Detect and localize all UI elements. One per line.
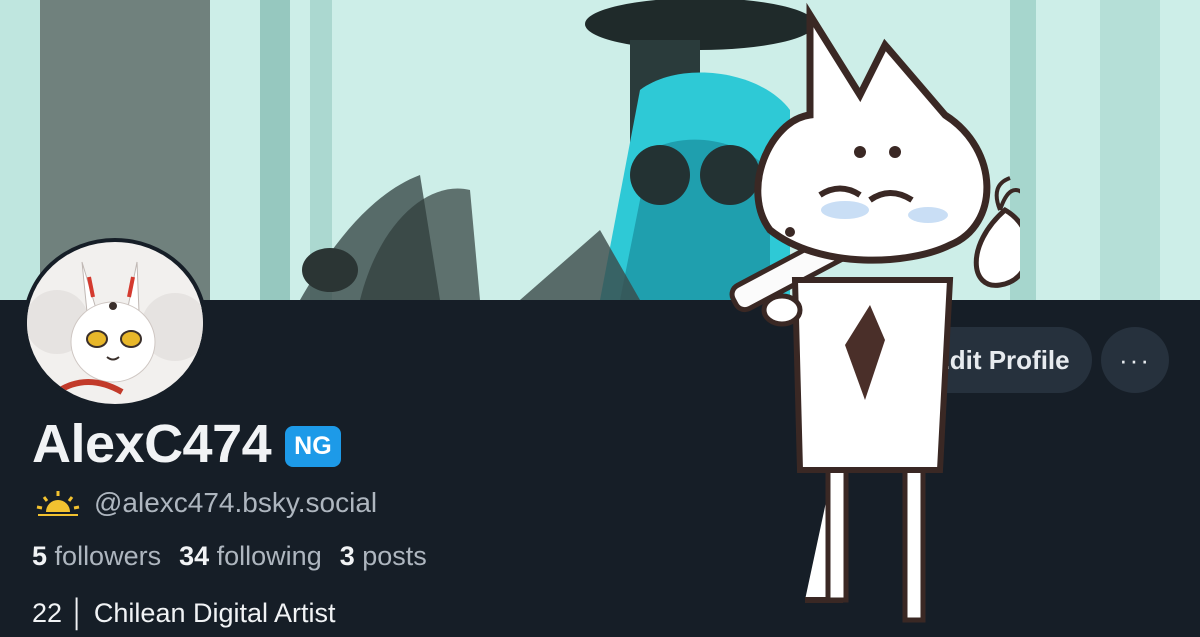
handle-row: @alexc474.bsky.social: [36, 487, 377, 519]
name-row: AlexC474 NG: [32, 413, 341, 475]
posts-stat: 3 posts: [340, 541, 427, 572]
avatar[interactable]: [23, 238, 207, 408]
posts-count: 3: [339, 541, 355, 571]
badge-ng: NG: [285, 425, 341, 467]
following-label: following: [216, 541, 322, 571]
followers-count: 5: [32, 541, 48, 571]
sun-icon: [36, 491, 80, 516]
posts-label: posts: [362, 541, 427, 571]
avatar-image: [27, 242, 203, 404]
character-sticker: [729, 2, 1020, 623]
display-name: AlexC474: [32, 414, 272, 474]
followers-label: followers: [54, 541, 162, 571]
followers-stat[interactable]: 5 followers: [32, 541, 161, 572]
following-count: 34: [179, 541, 210, 571]
banner-artwork: [0, 0, 1200, 300]
bio: 22 │ Chilean Digital Artist: [32, 598, 336, 628]
following-stat[interactable]: 34 following: [179, 541, 322, 572]
more-options-button[interactable]: ···: [1101, 327, 1169, 393]
handle[interactable]: @alexc474.bsky.social: [94, 487, 377, 519]
stats-row: 5 followers 34 following 3 posts: [32, 541, 427, 572]
profile-banner[interactable]: [0, 0, 1200, 300]
